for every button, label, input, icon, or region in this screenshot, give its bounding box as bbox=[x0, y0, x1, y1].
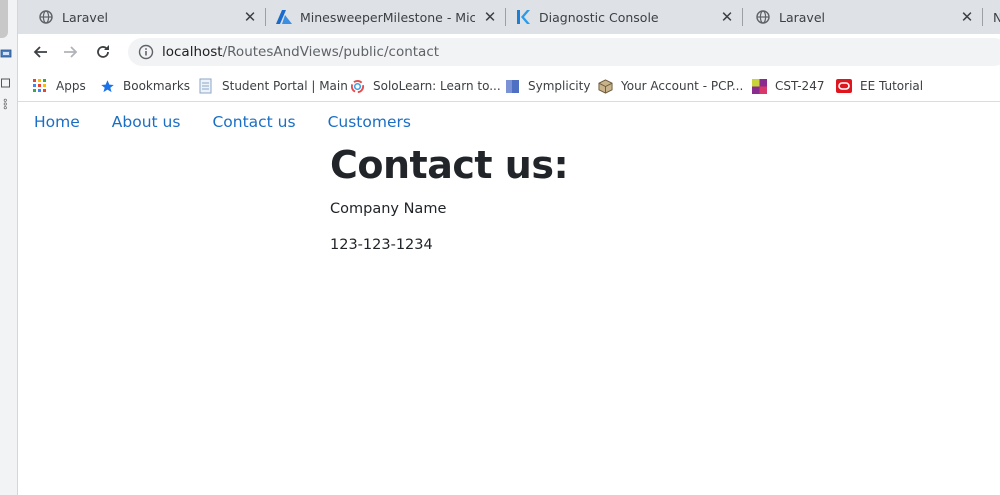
url-text[interactable]: localhost/RoutesAndViews/public/contact bbox=[162, 44, 439, 60]
remote-desktop-icon[interactable] bbox=[0, 48, 12, 60]
bookmark-sololearn[interactable]: SoloLearn: Learn to... bbox=[349, 76, 501, 96]
nav-link-contact-us[interactable]: Contact us bbox=[212, 113, 295, 131]
reload-button[interactable] bbox=[91, 40, 115, 64]
tab-title: Laravel bbox=[779, 9, 825, 25]
tab-partial[interactable]: N bbox=[993, 0, 1000, 34]
tab-title: Laravel bbox=[62, 9, 108, 25]
phone-number-text: 123-123-1234 bbox=[330, 236, 433, 253]
url-path: /RoutesAndViews/public/contact bbox=[222, 44, 440, 60]
forward-button[interactable] bbox=[59, 40, 83, 64]
bookmark-label: Your Account - PCP... bbox=[621, 79, 744, 93]
page-icon bbox=[198, 78, 214, 94]
bookmark-apps[interactable]: Apps bbox=[32, 76, 86, 96]
bookmark-ee-tutorial[interactable]: EE Tutorial bbox=[836, 76, 923, 96]
bookmark-label: Bookmarks bbox=[123, 79, 191, 93]
left-window-strip bbox=[0, 0, 18, 495]
browser-toolbar: localhost/RoutesAndViews/public/contact bbox=[18, 34, 1000, 70]
tab-strip: Laravel ✕ MinesweeperMilestone - Microsc… bbox=[18, 0, 1000, 34]
window-icon[interactable] bbox=[0, 77, 12, 89]
reload-icon bbox=[97, 45, 109, 58]
globe-icon bbox=[38, 9, 54, 25]
company-name-text: Company Name bbox=[330, 200, 447, 217]
bookmark-bookmarks[interactable]: Bookmarks bbox=[99, 76, 190, 96]
site-nav: Home About us Contact us Customers bbox=[34, 113, 443, 131]
bookmark-label: EE Tutorial bbox=[860, 79, 924, 93]
nav-link-customers[interactable]: Customers bbox=[328, 113, 411, 131]
back-button[interactable] bbox=[28, 40, 52, 64]
globe-icon bbox=[755, 9, 771, 25]
nav-link-home[interactable]: Home bbox=[34, 113, 80, 131]
close-icon[interactable]: ✕ bbox=[482, 9, 498, 25]
close-icon[interactable]: ✕ bbox=[719, 9, 735, 25]
tab-laravel-2[interactable]: Laravel ✕ bbox=[755, 0, 983, 34]
tab-separator bbox=[982, 8, 983, 26]
window-corner bbox=[0, 0, 8, 38]
bookmark-label: Apps bbox=[56, 79, 86, 93]
bookmark-cst-247[interactable]: CST-247 bbox=[751, 76, 824, 96]
tab-title: Diagnostic Console bbox=[539, 9, 659, 25]
bookmark-label: CST-247 bbox=[775, 79, 825, 93]
more-vert-icon[interactable] bbox=[0, 98, 12, 110]
tab-title: N bbox=[993, 9, 1000, 25]
close-icon[interactable]: ✕ bbox=[242, 9, 258, 25]
oracle-icon bbox=[836, 78, 852, 94]
bookmark-student-portal[interactable]: Student Portal | Main bbox=[198, 76, 348, 96]
apps-grid-icon bbox=[32, 78, 48, 94]
kudu-icon bbox=[515, 9, 531, 25]
tab-diagnostic-console[interactable]: Diagnostic Console ✕ bbox=[515, 0, 743, 34]
url-host: localhost bbox=[162, 44, 223, 60]
tab-separator bbox=[742, 8, 743, 26]
azure-icon bbox=[276, 9, 292, 25]
info-icon[interactable] bbox=[138, 44, 154, 60]
cst-icon bbox=[751, 78, 767, 94]
bookmark-label: Student Portal | Main bbox=[222, 79, 348, 93]
tab-separator bbox=[265, 8, 266, 26]
nav-link-about-us[interactable]: About us bbox=[112, 113, 181, 131]
contact-content: Contact us: Company Name 123-123-1234 bbox=[330, 143, 569, 253]
box-icon bbox=[597, 78, 613, 94]
arrow-right-icon bbox=[64, 46, 78, 58]
bookmark-label: Symplicity bbox=[528, 79, 591, 93]
bookmark-symplicity[interactable]: Symplicity bbox=[504, 76, 590, 96]
tab-separator bbox=[505, 8, 506, 26]
symplicity-icon bbox=[504, 78, 520, 94]
close-icon[interactable]: ✕ bbox=[959, 9, 975, 25]
tab-title: MinesweeperMilestone - Microsc bbox=[300, 9, 475, 25]
page-title: Contact us: bbox=[330, 143, 569, 187]
tab-minesweeper[interactable]: MinesweeperMilestone - Microsc ✕ bbox=[276, 0, 506, 34]
bookmark-your-account[interactable]: Your Account - PCP... bbox=[597, 76, 743, 96]
sololearn-icon bbox=[349, 78, 365, 94]
bookmark-label: SoloLearn: Learn to... bbox=[373, 79, 501, 93]
star-icon bbox=[99, 78, 115, 94]
page-viewport: Home About us Contact us Customers Conta… bbox=[18, 103, 1000, 495]
arrow-left-icon bbox=[33, 46, 47, 58]
bookmarks-bar: Apps Bookmarks Student Portal | Main Sol… bbox=[18, 70, 1000, 102]
tab-laravel-1[interactable]: Laravel ✕ bbox=[38, 0, 266, 34]
address-bar[interactable]: localhost/RoutesAndViews/public/contact bbox=[128, 38, 1000, 66]
